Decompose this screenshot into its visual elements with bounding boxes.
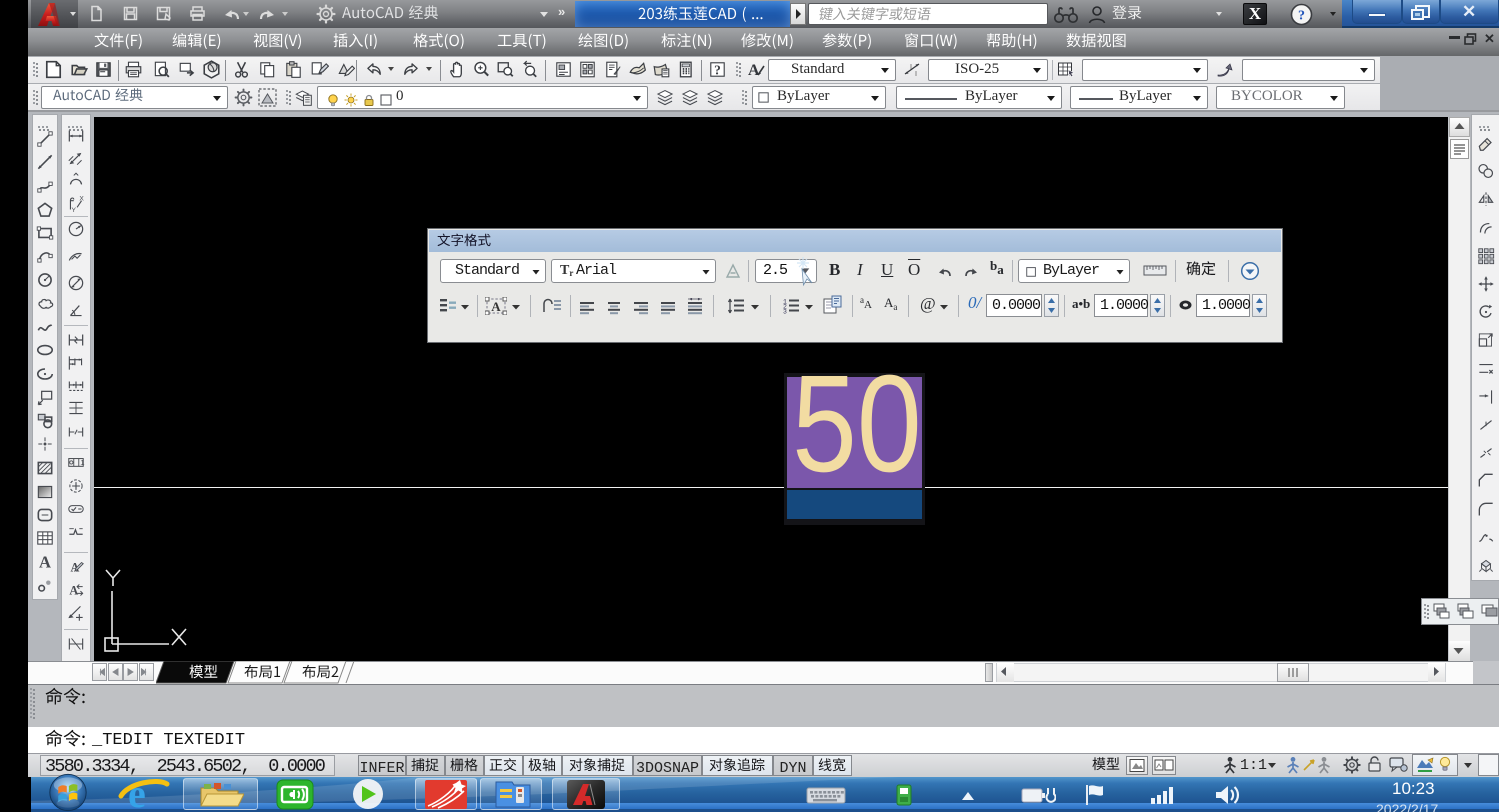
svg-text:3: 3 — [783, 309, 787, 316]
svg-text:A: A — [748, 62, 760, 79]
svg-text:A: A — [39, 553, 51, 572]
svg-text:A: A — [491, 299, 501, 314]
svg-text:X: X — [79, 196, 84, 203]
svg-text:A: A — [69, 583, 78, 597]
svg-text:1: 1 — [80, 458, 84, 467]
svg-text:Y: Y — [72, 207, 77, 214]
svg-text:?: ? — [1298, 9, 1305, 24]
svg-text:?: ? — [714, 63, 721, 78]
